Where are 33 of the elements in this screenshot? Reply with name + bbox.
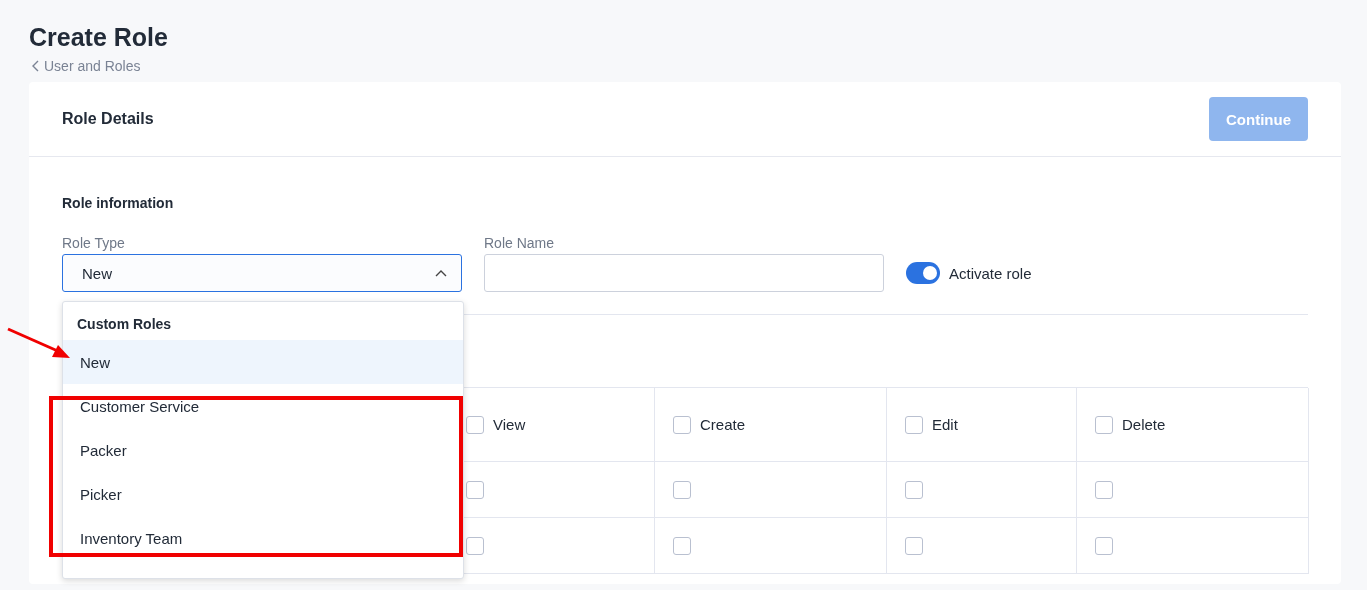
checkbox[interactable] — [466, 536, 484, 555]
checkbox[interactable] — [673, 536, 691, 555]
field-label: Role Type — [62, 235, 126, 251]
field-label: Role Name — [484, 235, 556, 251]
column-label: Edit — [932, 416, 958, 433]
checkbox[interactable] — [905, 415, 923, 434]
dropdown-option[interactable]: Customer Service — [63, 384, 463, 428]
activate-toggle[interactable] — [906, 262, 940, 284]
checkbox[interactable] — [905, 536, 923, 555]
dropdown-option[interactable]: New — [63, 340, 463, 384]
chevron-icon — [435, 269, 447, 277]
checkbox[interactable] — [1095, 536, 1113, 555]
checkbox[interactable] — [673, 480, 691, 499]
checkbox[interactable] — [466, 415, 484, 434]
checkbox[interactable] — [466, 480, 484, 499]
page-title: Create Role — [29, 22, 169, 52]
checkbox[interactable] — [905, 480, 923, 499]
column-label: Create — [700, 416, 746, 433]
breadcrumb-link[interactable]: User and Roles — [32, 58, 141, 74]
card-title: Role Details — [62, 110, 154, 128]
checkbox[interactable] — [1095, 415, 1113, 434]
column-label: Delete — [1122, 416, 1166, 433]
chevron-left-icon — [32, 60, 40, 72]
toggle-label: Activate role — [949, 264, 1032, 282]
role-name-input[interactable] — [484, 254, 884, 292]
section-heading: Role information — [62, 195, 175, 211]
checkbox[interactable] — [1095, 480, 1113, 499]
checkbox[interactable] — [673, 415, 691, 434]
role-type-select[interactable]: New — [62, 254, 462, 292]
dropdown-option[interactable]: Inventory Team — [63, 516, 463, 560]
column-label: View — [493, 416, 526, 433]
group-label: Custom Roles — [76, 315, 173, 334]
annotation-arrow — [7, 327, 70, 358]
